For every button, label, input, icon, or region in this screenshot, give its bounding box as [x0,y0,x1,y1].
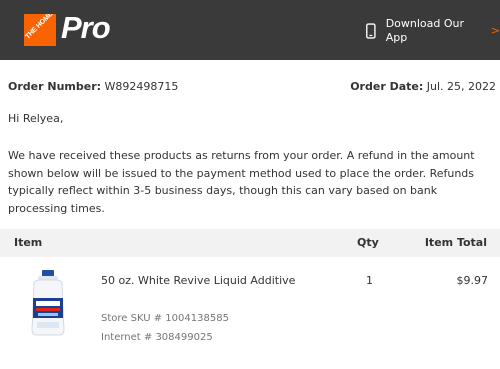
download-app-link[interactable]: Download Our App > [366,17,500,44]
product-bottle-image[interactable] [28,270,68,336]
email-header: THE HOME DEPOT Pro Download Our App > [0,0,500,60]
column-header-item: Item [14,236,43,249]
order-number-value: W892498715 [104,80,179,93]
order-date-label: Order Date: [350,80,424,93]
product-name-link[interactable]: 50 oz. White Revive Liquid Additive [101,273,295,289]
table-header: Item Qty Item Total [0,229,500,257]
product-total: $9.97 [456,274,489,287]
phone-icon [366,23,376,39]
order-number: Order Number: W892498715 [8,79,178,95]
pro-brand-text: Pro [61,10,111,45]
home-depot-logo[interactable]: THE HOME DEPOT [24,14,56,46]
order-info-row: Order Number: W892498715 Order Date: Jul… [8,79,496,95]
column-header-item-total: Item Total [424,236,487,249]
column-header-qty: Qty [357,236,379,249]
product-qty: 1 [366,274,373,287]
order-date: Order Date: Jul. 25, 2022 [350,79,496,95]
chevron-right-icon: > [490,24,500,37]
greeting: Hi Relyea, [8,112,64,125]
logo-text: THE HOME DEPOT [24,14,56,41]
return-message: We have received these products as retur… [8,149,475,215]
download-app-label: Download Our App [385,17,465,44]
order-date-value: Jul. 25, 2022 [426,80,496,93]
store-sku: Store SKU # 1004138585 [101,313,229,324]
internet-number: Internet # 308499025 [101,332,213,343]
order-number-label: Order Number: [8,80,102,93]
